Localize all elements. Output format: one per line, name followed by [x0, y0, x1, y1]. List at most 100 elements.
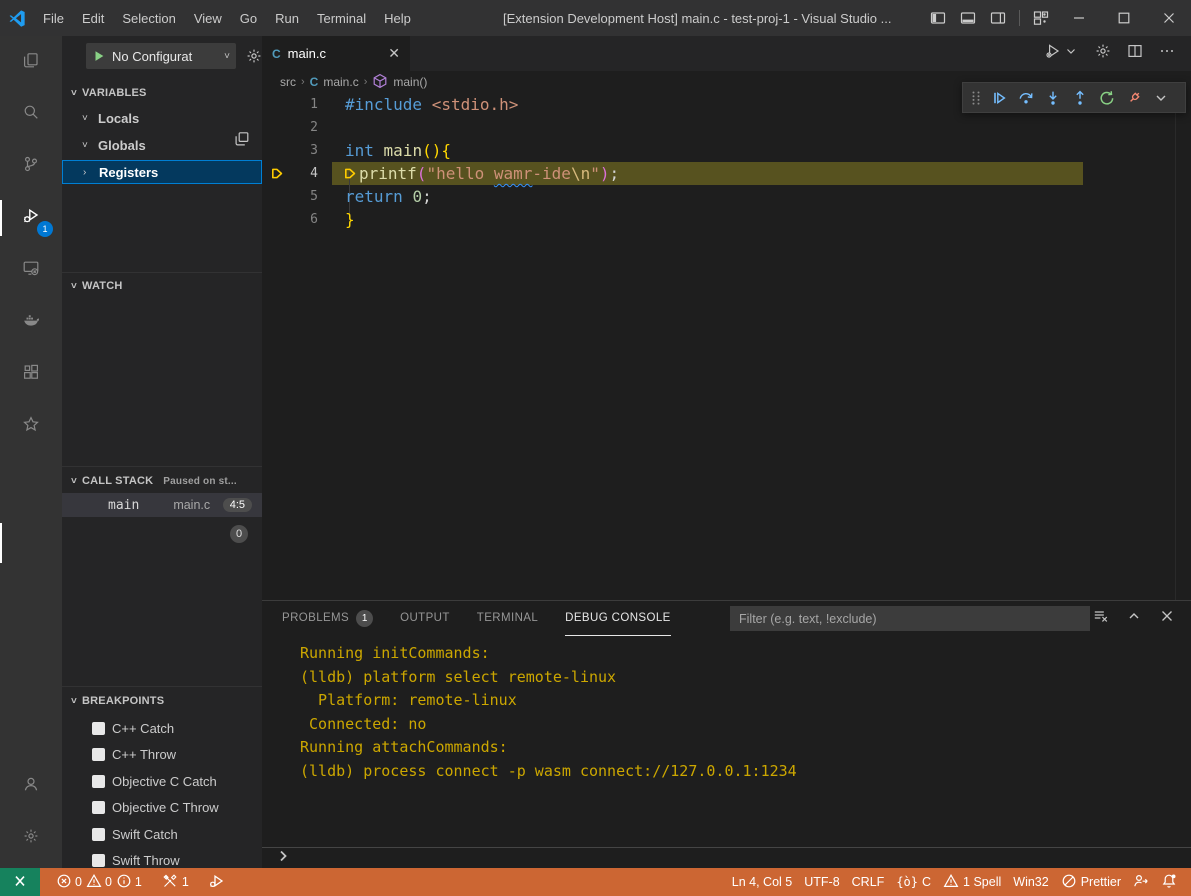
checkbox[interactable] — [92, 748, 105, 761]
divider — [62, 272, 262, 273]
breakpoint-objective-c-catch[interactable]: Objective C Catch — [62, 769, 262, 793]
panel-tab-debug-console[interactable]: DEBUG CONSOLE — [565, 601, 671, 636]
tab-main-c[interactable]: C main.c ✕ — [262, 36, 410, 71]
filter-input[interactable]: Filter (e.g. text, !exclude) — [730, 606, 1090, 631]
panel-tab-output[interactable]: OUTPUT — [400, 601, 450, 636]
activity-docker[interactable] — [0, 296, 62, 348]
code-line-3[interactable]: 3int main(){ — [262, 139, 1191, 162]
toggle-secondary-sidebar-icon[interactable] — [983, 3, 1013, 33]
activity-star-extension[interactable] — [0, 400, 62, 452]
toggle-sidebar-icon[interactable] — [923, 3, 953, 33]
breadcrumb-symbol[interactable]: main() — [393, 75, 427, 89]
code-line-4[interactable]: 4 printf("hello wamr-ide\n"); — [262, 162, 1191, 185]
breakpoint-swift-catch[interactable]: Swift Catch — [62, 822, 262, 846]
menu-view[interactable]: View — [185, 11, 231, 26]
customize-layout-icon[interactable] — [1026, 3, 1056, 33]
variables-section-header[interactable]: ˅ VARIABLES — [62, 82, 262, 104]
step-out-button[interactable] — [1066, 84, 1093, 111]
panel-tab-terminal[interactable]: TERMINAL — [477, 601, 538, 636]
maximize-button[interactable] — [1101, 0, 1146, 36]
breakpoint-swift-throw[interactable]: Swift Throw — [62, 849, 262, 869]
variables-scope-locals[interactable]: ˅Locals — [62, 106, 262, 130]
code-line-5[interactable]: 5 return 0; — [262, 185, 1191, 208]
problems-status[interactable]: 0 0 1 — [50, 873, 148, 892]
code-editor[interactable]: 1#include <stdio.h>23int main(){4 printf… — [262, 93, 1191, 600]
feedback-button[interactable] — [1127, 873, 1155, 892]
breadcrumb-file[interactable]: main.c — [323, 75, 358, 89]
settings-gear-icon[interactable] — [1095, 43, 1111, 64]
code-line-2[interactable]: 2 — [262, 116, 1191, 139]
menu-bar: FileEditSelectionViewGoRunTerminalHelp — [34, 11, 420, 26]
code-line-6[interactable]: 6} — [262, 208, 1191, 231]
activity-search[interactable] — [0, 88, 62, 140]
split-editor-icon[interactable] — [1127, 43, 1143, 64]
current-stackframe-arrow-icon[interactable] — [262, 166, 292, 181]
variables-scope-globals[interactable]: ˅Globals — [62, 133, 262, 157]
spell-checker-status[interactable]: 1 Spell — [937, 873, 1007, 892]
menu-edit[interactable]: Edit — [73, 11, 113, 26]
checkbox[interactable] — [92, 801, 105, 814]
breakpoint-c-catch[interactable]: C++ Catch — [62, 716, 262, 740]
thread-row[interactable]: 0 — [62, 522, 262, 546]
activity-remote-explorer[interactable] — [0, 244, 62, 296]
continue-button[interactable] — [985, 84, 1012, 111]
activity-explorer[interactable] — [0, 36, 62, 88]
encoding-indicator[interactable]: UTF-8 — [798, 875, 845, 889]
eol-indicator[interactable]: CRLF — [846, 875, 891, 889]
stack-frame-row[interactable]: main main.c 4:5 — [62, 493, 262, 517]
platform-indicator[interactable]: Win32 — [1007, 875, 1054, 889]
remote-indicator[interactable] — [0, 868, 40, 896]
debug-config-dropdown[interactable]: No Configurat ˅ — [86, 43, 236, 69]
breakpoint-objective-c-throw[interactable]: Objective C Throw — [62, 796, 262, 820]
close-panel-icon[interactable] — [1159, 608, 1175, 629]
step-over-button[interactable] — [1012, 84, 1039, 111]
restart-button[interactable] — [1093, 84, 1120, 111]
step-into-button[interactable] — [1039, 84, 1066, 111]
maximize-panel-icon[interactable] — [1126, 608, 1142, 629]
checkbox[interactable] — [92, 828, 105, 841]
cursor-position[interactable]: Ln 4, Col 5 — [726, 875, 798, 889]
minimize-button[interactable] — [1056, 0, 1101, 36]
more-actions-icon[interactable] — [1159, 43, 1175, 64]
disconnect-button[interactable] — [1120, 84, 1147, 111]
menu-file[interactable]: File — [34, 11, 73, 26]
scrollbar[interactable] — [1175, 94, 1176, 600]
breakpoints-section-header[interactable]: ˅ BREAKPOINTS — [62, 690, 262, 712]
edge-indicator — [0, 523, 2, 563]
menu-selection[interactable]: Selection — [113, 11, 184, 26]
close-window-button[interactable] — [1146, 0, 1191, 36]
close-tab-icon[interactable]: ✕ — [388, 45, 400, 62]
clear-console-icon[interactable] — [1093, 608, 1109, 629]
activity-run-and-debug[interactable]: 1 — [0, 192, 62, 244]
panel-tab-problems[interactable]: PROBLEMS1 — [282, 601, 373, 636]
checkbox[interactable] — [92, 775, 105, 788]
notifications-button[interactable] — [1155, 873, 1183, 892]
warning-icon — [86, 873, 102, 892]
checkbox[interactable] — [92, 854, 105, 867]
breakpoint-c-throw[interactable]: C++ Throw — [62, 743, 262, 767]
watch-section-header[interactable]: ˅ WATCH — [62, 275, 262, 297]
breadcrumb-src[interactable]: src — [280, 75, 296, 89]
menu-go[interactable]: Go — [231, 11, 266, 26]
checkbox[interactable] — [92, 722, 105, 735]
call-stack-section-header[interactable]: ˅ CALL STACK Paused on st... — [62, 470, 262, 492]
more-debug-actions[interactable] — [1147, 84, 1174, 111]
debug-settings-gear-icon[interactable] — [246, 48, 262, 67]
menu-help[interactable]: Help — [375, 11, 420, 26]
activity-source-control[interactable] — [0, 140, 62, 192]
language-mode[interactable]: {ò} C — [890, 875, 937, 889]
debug-console-input[interactable] — [262, 847, 1191, 868]
activity-manage[interactable] — [0, 812, 62, 864]
start-debug-icon[interactable] — [92, 49, 106, 63]
activity-extensions[interactable] — [0, 348, 62, 400]
variables-scope-registers[interactable]: ›Registers — [62, 160, 262, 184]
drag-handle[interactable] — [967, 84, 985, 111]
activity-accounts[interactable] — [0, 760, 62, 812]
menu-terminal[interactable]: Terminal — [308, 11, 375, 26]
formatter-status[interactable]: Prettier — [1055, 873, 1127, 892]
run-or-debug-button[interactable] — [1045, 43, 1079, 64]
toggle-panel-icon[interactable] — [953, 3, 983, 33]
debug-status[interactable] — [203, 873, 231, 892]
menu-run[interactable]: Run — [266, 11, 308, 26]
tools-status[interactable]: 1 — [156, 873, 195, 892]
